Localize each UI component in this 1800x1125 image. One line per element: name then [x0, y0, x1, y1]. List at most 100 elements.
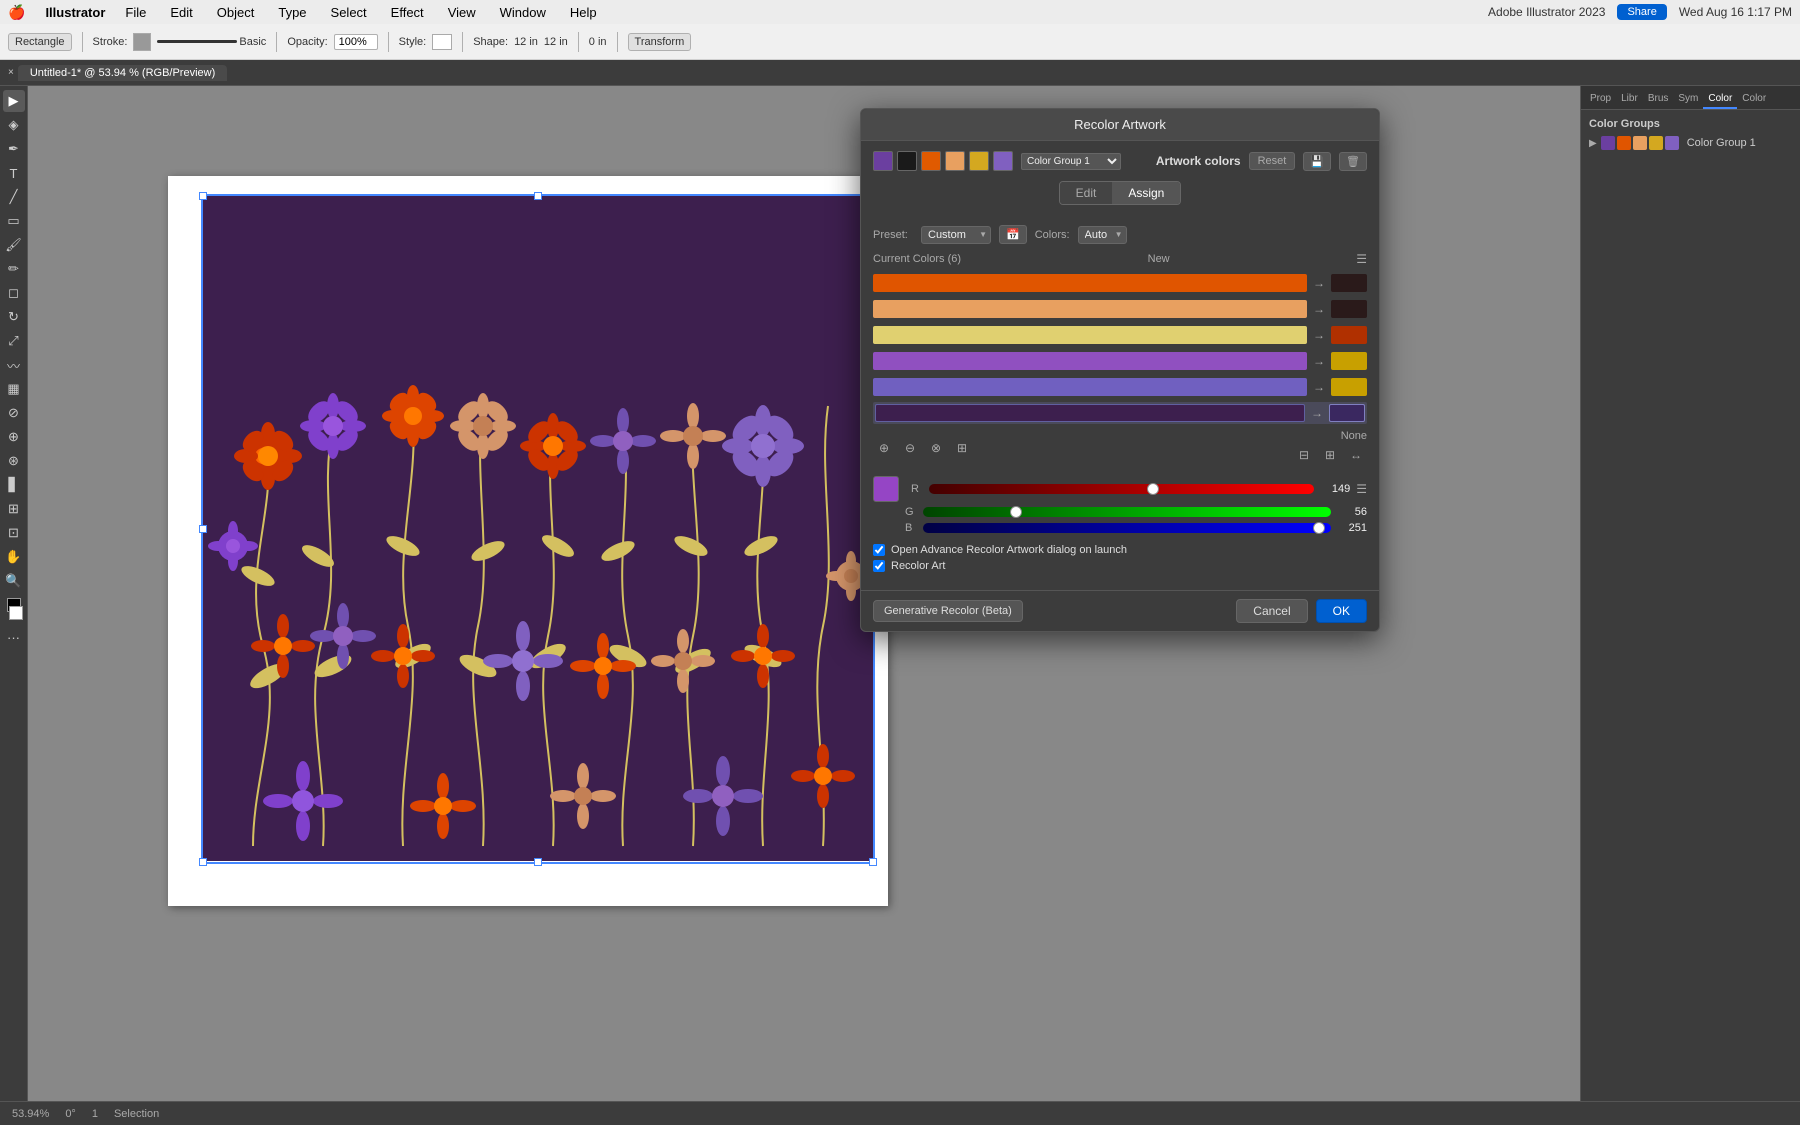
hand-tool[interactable]: ✋ [3, 546, 25, 568]
tab-color[interactable]: Color [1703, 90, 1737, 109]
rect-tool[interactable]: ▭ [3, 210, 25, 232]
exclude-btn[interactable]: ⊖ [899, 437, 921, 459]
cancel-button[interactable]: Cancel [1236, 599, 1307, 623]
opacity-input[interactable] [334, 34, 378, 50]
shape-selector[interactable]: Rectangle [8, 33, 72, 51]
current-color-4[interactable] [873, 378, 1307, 396]
cb-advance-dialog[interactable] [873, 544, 885, 556]
swatch-purple[interactable] [873, 151, 893, 171]
preset-select[interactable]: Custom Default [921, 226, 991, 244]
random-btn[interactable]: ↔ [1345, 444, 1367, 466]
swatch-gold[interactable] [969, 151, 989, 171]
transform-btn[interactable]: Transform [628, 33, 692, 51]
reset-button[interactable]: Reset [1249, 152, 1296, 170]
list-options-icon[interactable]: ☰ [1356, 252, 1367, 266]
menu-edit[interactable]: Edit [166, 5, 196, 20]
current-color-1[interactable] [873, 300, 1307, 318]
swatch-orange[interactable] [921, 151, 941, 171]
rgb-menu-icon[interactable]: ☰ [1356, 482, 1367, 496]
ok-button[interactable]: OK [1316, 599, 1367, 623]
edit-tab[interactable]: Edit [1060, 182, 1113, 204]
gen-recolor-button[interactable]: Generative Recolor (Beta) [873, 600, 1023, 622]
rgb-color-preview[interactable] [873, 476, 899, 502]
current-color-0[interactable] [873, 274, 1307, 292]
warp-tool[interactable]: 〰 [3, 354, 25, 376]
stroke-color-swatch[interactable] [9, 606, 23, 620]
tab-close-icon[interactable]: × [8, 67, 14, 78]
selection-mode: Selection [114, 1108, 159, 1120]
separate-btn[interactable]: ⊞ [951, 437, 973, 459]
tab-color2[interactable]: Color [1737, 90, 1771, 109]
direct-selection-tool[interactable]: ◈ [3, 114, 25, 136]
menu-window[interactable]: Window [496, 5, 550, 20]
preset-calendar-btn[interactable]: 📅 [999, 225, 1027, 244]
pencil-tool[interactable]: ✏ [3, 258, 25, 280]
merge-btn[interactable]: ⊗ [925, 437, 947, 459]
color-preset-dropdown[interactable]: Color Group 1 [1021, 153, 1121, 170]
eraser-tool[interactable]: ◻ [3, 282, 25, 304]
rotate-tool[interactable]: ↻ [3, 306, 25, 328]
cb-recolor-art[interactable] [873, 560, 885, 572]
zoom-tool[interactable]: 🔍 [3, 570, 25, 592]
current-color-5[interactable] [875, 404, 1305, 422]
menu-select[interactable]: Select [327, 5, 371, 20]
artboard-tool[interactable]: ⊞ [3, 498, 25, 520]
current-color-2[interactable] [873, 326, 1307, 344]
tab-brus[interactable]: Brus [1643, 90, 1674, 109]
slice-tool[interactable]: ⊡ [3, 522, 25, 544]
new-color-4[interactable] [1331, 378, 1367, 396]
save-color-group-btn[interactable]: 💾 [1303, 152, 1331, 171]
g-slider[interactable] [923, 507, 1331, 517]
color-group-1[interactable]: ▶ Color Group 1 [1589, 136, 1792, 150]
menu-file[interactable]: File [121, 5, 150, 20]
style-swatch[interactable] [432, 34, 452, 50]
stroke-color[interactable] [133, 33, 151, 51]
swatch-lavender[interactable] [993, 151, 1013, 171]
current-color-3[interactable] [873, 352, 1307, 370]
share-button[interactable]: Share [1617, 4, 1666, 20]
new-color-2[interactable] [1331, 326, 1367, 344]
assign-tab[interactable]: Assign [1112, 182, 1180, 204]
new-color-1[interactable] [1331, 300, 1367, 318]
selection-tool[interactable]: ▶ [3, 90, 25, 112]
b-slider[interactable] [923, 523, 1331, 533]
menu-type[interactable]: Type [274, 5, 310, 20]
colors-select[interactable]: Auto 1 2 3 [1078, 226, 1127, 244]
new-color-5[interactable] [1329, 404, 1365, 422]
tab-sym[interactable]: Sym [1673, 90, 1703, 109]
blend-tool[interactable]: ⊕ [3, 426, 25, 448]
symbol-sprayer-tool[interactable]: ⊛ [3, 450, 25, 472]
grid-view-btn[interactable]: ⊟ [1293, 444, 1315, 466]
menu-help[interactable]: Help [566, 5, 601, 20]
more-tools[interactable]: ··· [3, 626, 25, 648]
new-color-0[interactable] [1331, 274, 1367, 292]
type-tool[interactable]: T [3, 162, 25, 184]
document-tab[interactable]: Untitled-1* @ 53.94 % (RGB/Preview) [18, 65, 227, 81]
line-tool[interactable]: ╱ [3, 186, 25, 208]
gradient-tool[interactable]: ▦ [3, 378, 25, 400]
scale-tool[interactable]: ⤢ [3, 330, 25, 352]
list-view-btn[interactable]: ⊞ [1319, 444, 1341, 466]
footer-right: Cancel OK [1236, 599, 1367, 623]
r-slider[interactable] [929, 484, 1314, 494]
column-graph-tool[interactable]: ▋ [3, 474, 25, 496]
apple-menu[interactable]: 🍎 [8, 4, 25, 21]
menu-object[interactable]: Object [213, 5, 259, 20]
arrow-1: → [1313, 302, 1325, 316]
swatch-peach[interactable] [945, 151, 965, 171]
delete-color-group-btn[interactable]: 🗑 [1339, 152, 1367, 171]
eyedropper-tool[interactable]: ⊘ [3, 402, 25, 424]
pen-tool[interactable]: ✒ [3, 138, 25, 160]
paintbrush-tool[interactable]: 🖌 [3, 234, 25, 256]
cg-swatches [1601, 136, 1679, 150]
new-color-3[interactable] [1331, 352, 1367, 370]
swatch-dark[interactable] [897, 151, 917, 171]
menu-effect[interactable]: Effect [387, 5, 428, 20]
tab-prop[interactable]: Prop [1585, 90, 1616, 109]
stroke-style[interactable]: Basic [239, 36, 266, 48]
menu-view[interactable]: View [444, 5, 480, 20]
main-content: Recolor Artwork Color Group 1 Artwork co [28, 86, 1800, 1101]
sep5 [578, 32, 579, 52]
add-row-btn[interactable]: ⊕ [873, 437, 895, 459]
tab-libr[interactable]: Libr [1616, 90, 1643, 109]
